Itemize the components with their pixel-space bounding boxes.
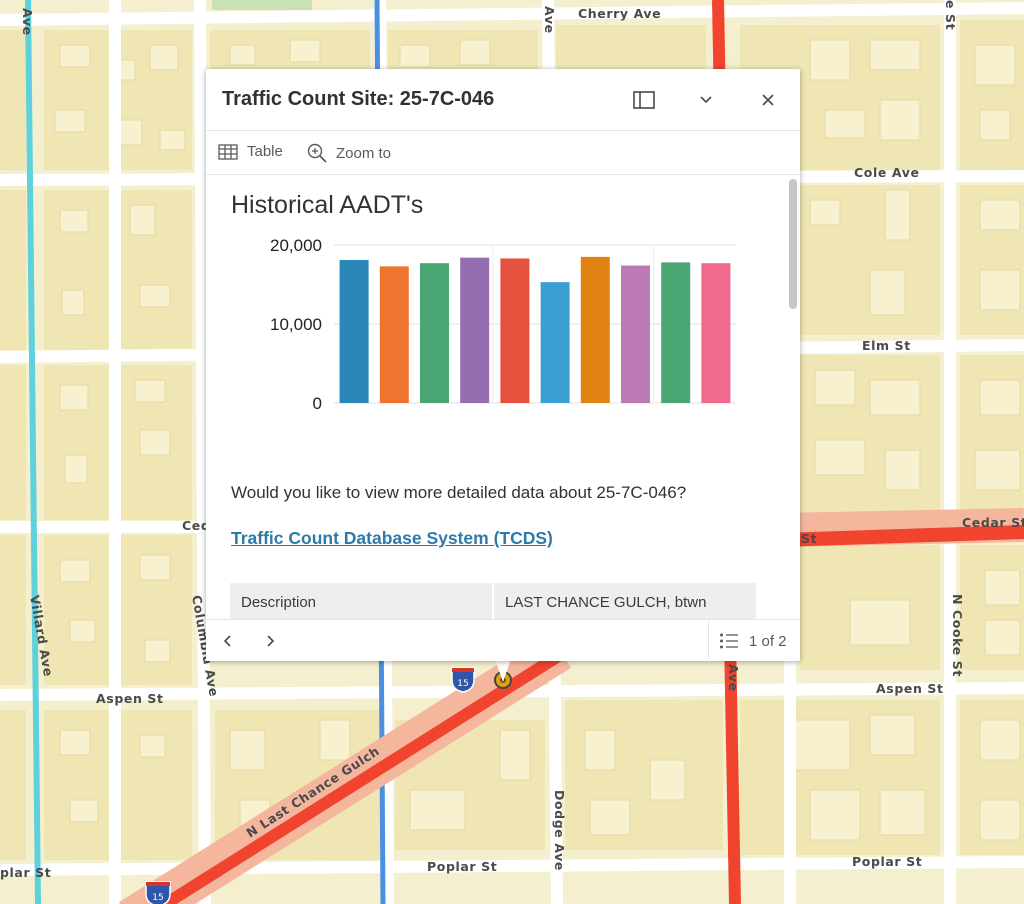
table-icon bbox=[218, 143, 238, 160]
shield-number: 15 bbox=[457, 679, 468, 689]
interstate-shield-icon: 15 bbox=[145, 881, 171, 904]
feature-popup: Traffic Count Site: 25-7C-046 Table Zoom… bbox=[206, 69, 800, 662]
y-tick-label: 0 bbox=[313, 394, 322, 413]
popup-title: Traffic Count Site: 25-7C-046 bbox=[222, 88, 495, 110]
close-icon bbox=[762, 94, 774, 106]
pager-label: 1 of 2 bbox=[749, 632, 787, 650]
attribute-table: Description LAST CHANCE GULCH, btwn bbox=[230, 583, 756, 619]
park bbox=[212, 0, 312, 10]
street-label-poplar-left: plar St bbox=[0, 865, 51, 880]
street-label-dodge: Dodge Ave bbox=[552, 790, 567, 871]
zoom-to-action-label: Zoom to bbox=[336, 144, 392, 162]
popup-header: Traffic Count Site: 25-7C-046 bbox=[206, 69, 800, 131]
street-label-cooke: N Cooke St bbox=[950, 594, 965, 677]
content-scrollbar[interactable] bbox=[789, 179, 797, 309]
popup-content: Historical AADT's 20,000 10,000 0 Would yo… bbox=[206, 175, 800, 619]
street-label-aspen-left: Aspen St bbox=[96, 691, 164, 706]
street-label-ave-top2: Ave bbox=[20, 8, 35, 36]
list-icon bbox=[720, 633, 738, 649]
chart-bar[interactable] bbox=[540, 282, 570, 403]
attribute-key: Description bbox=[230, 583, 492, 619]
dock-icon bbox=[633, 91, 655, 109]
chart-bar[interactable] bbox=[621, 265, 650, 403]
chevron-down-icon bbox=[700, 96, 712, 104]
street-label-elm: Elm St bbox=[862, 338, 911, 353]
street-label-st-top: e St bbox=[943, 0, 958, 30]
chart-bar[interactable] bbox=[500, 258, 530, 403]
next-feature-button[interactable] bbox=[257, 628, 283, 654]
close-button[interactable] bbox=[751, 83, 785, 117]
table-action[interactable]: Table bbox=[218, 143, 283, 160]
chart-bar[interactable] bbox=[339, 260, 369, 403]
detail-question: Would you like to view more detailed dat… bbox=[231, 483, 687, 502]
dock-button[interactable] bbox=[627, 83, 661, 117]
street-label-cole: Cole Ave bbox=[854, 165, 920, 180]
street-label-cedar-right: Cedar St bbox=[962, 515, 1024, 530]
zoom-to-action[interactable]: Zoom to bbox=[307, 143, 391, 163]
chart-title: Historical AADT's bbox=[231, 191, 424, 219]
chart-bar[interactable] bbox=[420, 263, 449, 403]
aadt-bar-chart: 20,000 10,000 0 bbox=[270, 237, 736, 413]
chart-bar[interactable] bbox=[701, 263, 731, 403]
street-label-ave-bottom: Ave bbox=[726, 664, 741, 692]
chart-bar[interactable] bbox=[580, 256, 610, 403]
street-label-cherry: Cherry Ave bbox=[578, 6, 661, 21]
attribute-value: LAST CHANCE GULCH, btwn bbox=[494, 583, 756, 619]
y-tick-label: 20,000 bbox=[270, 237, 322, 255]
chevron-left-icon bbox=[223, 635, 231, 647]
popup-actions: Table Zoom to bbox=[206, 131, 800, 175]
street-label-poplar-mid: Poplar St bbox=[427, 859, 497, 874]
feature-pager[interactable]: 1 of 2 bbox=[708, 620, 800, 662]
street-label-ave-top: Ave bbox=[542, 6, 557, 34]
table-action-label: Table bbox=[247, 143, 283, 160]
chart-bar[interactable] bbox=[379, 266, 409, 403]
street-label-aspen-right: Aspen St bbox=[876, 681, 944, 696]
chart-bar[interactable] bbox=[661, 262, 691, 403]
shield-number: 15 bbox=[152, 893, 163, 903]
chart-bar[interactable] bbox=[460, 257, 490, 403]
previous-feature-button[interactable] bbox=[215, 628, 241, 654]
y-tick-label: 10,000 bbox=[270, 315, 322, 334]
collapse-button[interactable] bbox=[689, 83, 723, 117]
chevron-right-icon bbox=[267, 635, 275, 647]
tcds-link[interactable]: Traffic Count Database System (TCDS) bbox=[231, 528, 553, 549]
street-label-poplar-right: Poplar St bbox=[852, 854, 922, 869]
zoom-in-icon bbox=[307, 143, 327, 163]
interstate-shield-icon: 15 bbox=[451, 667, 475, 693]
popup-footer: 1 of 2 bbox=[206, 619, 800, 662]
street-label-small-st: St bbox=[801, 531, 817, 546]
